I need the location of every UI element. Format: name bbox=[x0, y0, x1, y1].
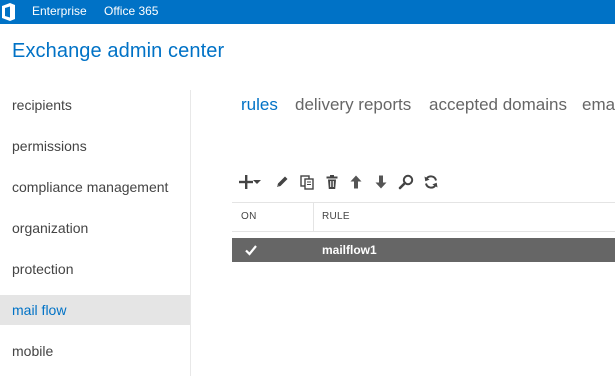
nav-divider bbox=[190, 90, 191, 376]
tab-email-address-policies[interactable]: ema bbox=[582, 94, 615, 116]
tab-delivery-reports[interactable]: delivery reports bbox=[295, 94, 411, 116]
tab-rules[interactable]: rules bbox=[241, 94, 278, 116]
office-top-bar: Enterprise Office 365 bbox=[0, 0, 615, 24]
refresh-icon[interactable] bbox=[421, 172, 441, 192]
delete-icon[interactable] bbox=[322, 172, 342, 192]
move-down-icon[interactable] bbox=[371, 172, 391, 192]
copy-icon[interactable] bbox=[297, 172, 317, 192]
rules-table-header: ON RULE bbox=[232, 202, 615, 232]
office365-link[interactable]: Office 365 bbox=[104, 3, 158, 19]
dropdown-arrow-icon[interactable] bbox=[251, 172, 263, 192]
nav-item-mobile[interactable]: mobile bbox=[0, 336, 190, 366]
search-icon[interactable] bbox=[396, 172, 416, 192]
nav-item-compliance-management[interactable]: compliance management bbox=[0, 172, 190, 202]
office-logo-icon[interactable] bbox=[0, 0, 18, 24]
nav-item-organization[interactable]: organization bbox=[0, 213, 190, 243]
left-navigation: recipients permissions compliance manage… bbox=[0, 84, 190, 376]
tab-accepted-domains[interactable]: accepted domains bbox=[429, 94, 567, 116]
enabled-checkbox[interactable] bbox=[244, 243, 258, 257]
page-title: Exchange admin center bbox=[12, 40, 225, 62]
edit-icon[interactable] bbox=[272, 172, 292, 192]
rule-name: mailflow1 bbox=[322, 243, 377, 257]
column-header-on[interactable]: ON bbox=[241, 203, 257, 231]
enterprise-link[interactable]: Enterprise bbox=[32, 3, 87, 19]
nav-item-permissions[interactable]: permissions bbox=[0, 131, 190, 161]
table-row[interactable]: mailflow1 bbox=[232, 238, 615, 262]
nav-item-protection[interactable]: protection bbox=[0, 254, 190, 284]
column-header-rule[interactable]: RULE bbox=[322, 203, 350, 231]
column-separator bbox=[313, 203, 314, 231]
nav-item-recipients[interactable]: recipients bbox=[0, 90, 190, 120]
move-up-icon[interactable] bbox=[346, 172, 366, 192]
nav-item-mail-flow[interactable]: mail flow bbox=[0, 295, 190, 325]
